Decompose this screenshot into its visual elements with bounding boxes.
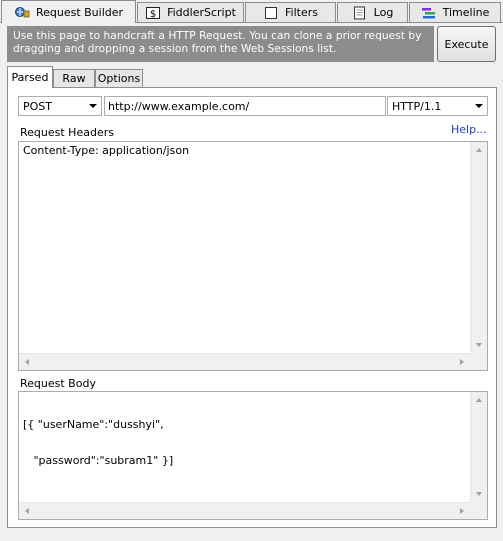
subtab-label: Parsed (11, 71, 49, 84)
subtab-parsed[interactable]: Parsed (7, 66, 53, 88)
scroll-right-arrow-icon[interactable] (460, 508, 464, 514)
request-headers-label: Request Headers (20, 126, 114, 139)
request-body-text: [{ "userName":"dusshyi", "password":"sub… (23, 395, 173, 491)
info-text-line2: dragging and dropping a session from the… (13, 43, 337, 55)
subtab-options[interactable]: Options (95, 69, 143, 87)
scroll-up-arrow-icon[interactable] (476, 398, 482, 402)
tab-fiddlerscript[interactable]: $ FiddlerScript (137, 2, 244, 22)
subtab-label: Raw (62, 72, 86, 85)
info-banner: Use this page to handcraft a HTTP Reques… (7, 26, 434, 62)
http-version-value: HTTP/1.1 (392, 99, 442, 113)
log-icon (352, 6, 368, 20)
fiddlerscript-icon: $ (145, 6, 161, 20)
body-vertical-scrollbar[interactable] (470, 392, 487, 502)
scrollbar-corner (470, 502, 487, 519)
request-body-line1: [{ "userName":"dusshyi", (23, 418, 164, 431)
scroll-down-arrow-icon[interactable] (476, 343, 482, 347)
request-body-textarea[interactable]: [{ "userName":"dusshyi", "password":"sub… (18, 391, 488, 520)
headers-horizontal-scrollbar[interactable] (19, 353, 470, 370)
chevron-down-icon (475, 104, 483, 108)
timeline-icon (421, 6, 437, 20)
url-input[interactable] (104, 96, 386, 116)
info-text-line1: Use this page to handcraft a HTTP Reques… (13, 30, 422, 42)
scrollbar-corner (470, 353, 487, 370)
scroll-right-arrow-icon[interactable] (460, 359, 464, 365)
filters-checkbox-icon (263, 6, 279, 20)
body-horizontal-scrollbar[interactable] (19, 502, 470, 519)
tab-label: FiddlerScript (167, 6, 236, 19)
scroll-up-arrow-icon[interactable] (476, 148, 482, 152)
subtab-label: Options (97, 72, 141, 85)
tab-request-builder[interactable]: Request Builder (1, 0, 136, 23)
scroll-down-arrow-icon[interactable] (476, 492, 482, 496)
scroll-left-arrow-icon[interactable] (25, 508, 29, 514)
tab-timeline[interactable]: Timeline (409, 2, 501, 22)
tab-label: Request Builder (35, 5, 124, 19)
http-version-select[interactable]: HTTP/1.1 (387, 96, 488, 116)
svg-text:$: $ (150, 9, 156, 20)
tab-label: Timeline (442, 6, 490, 19)
main-tab-strip: Request Builder $ FiddlerScript Filters … (0, 0, 503, 23)
tab-filters[interactable]: Filters (245, 2, 336, 22)
execute-button[interactable]: Execute (437, 26, 496, 62)
tab-label: Filters (285, 6, 318, 19)
parsed-panel: POST HTTP/1.1 Request Headers Help... Co… (7, 87, 497, 528)
subtab-raw[interactable]: Raw (53, 69, 95, 87)
method-value: POST (23, 99, 52, 113)
tab-label: Log (373, 6, 394, 19)
request-body-line2: "password":"subram1" }] (23, 454, 174, 467)
request-headers-text: Content-Type: application/json (23, 144, 190, 157)
method-select[interactable]: POST (18, 96, 102, 116)
scroll-left-arrow-icon[interactable] (25, 359, 29, 365)
tab-log[interactable]: Log (337, 2, 408, 22)
chevron-down-icon (89, 104, 97, 108)
help-link[interactable]: Help... (451, 123, 487, 136)
request-builder-icon (14, 5, 30, 19)
request-headers-textarea[interactable]: Content-Type: application/json (18, 141, 488, 371)
request-body-label: Request Body (20, 377, 96, 390)
headers-vertical-scrollbar[interactable] (470, 142, 487, 353)
